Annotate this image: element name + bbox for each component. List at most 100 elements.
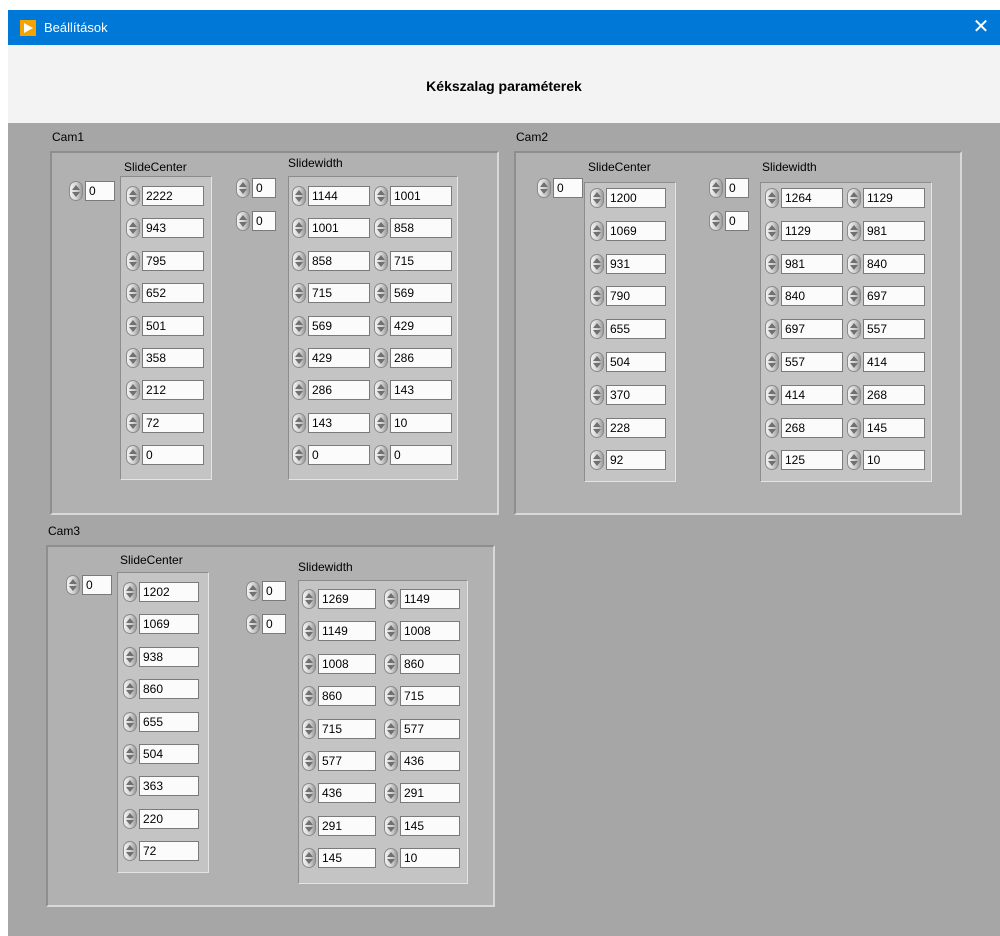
spinner-arrows-icon[interactable]: [847, 188, 861, 208]
arrow-down-icon[interactable]: [305, 794, 313, 800]
spinner-arrows-icon[interactable]: [123, 808, 137, 829]
spinner-arrows-icon[interactable]: [384, 718, 398, 739]
cam1-slidewidth-col-index-value[interactable]: 0: [252, 211, 276, 231]
arrow-down-icon[interactable]: [377, 391, 385, 397]
arrow-up-icon[interactable]: [295, 254, 303, 260]
arrow-down-icon[interactable]: [129, 423, 137, 429]
arrow-down-icon[interactable]: [768, 363, 776, 368]
arrow-up-icon[interactable]: [593, 356, 601, 361]
arrow-up-icon[interactable]: [72, 185, 80, 190]
spinner-arrows-icon[interactable]: [292, 283, 306, 304]
arrow-up-icon[interactable]: [377, 319, 385, 325]
spinner-arrows-icon[interactable]: [590, 286, 604, 307]
cam1-slidewidth-value-value[interactable]: 429: [390, 315, 452, 336]
arrow-up-icon[interactable]: [129, 190, 137, 195]
arrow-up-icon[interactable]: [850, 388, 858, 394]
arrow-down-icon[interactable]: [295, 456, 303, 462]
spinner-arrows-icon[interactable]: [765, 352, 779, 372]
arrow-down-icon[interactable]: [377, 261, 385, 267]
arrow-down-icon[interactable]: [129, 294, 137, 300]
arrow-up-icon[interactable]: [295, 416, 303, 422]
arrow-down-icon[interactable]: [126, 625, 134, 631]
spinner-arrows-icon[interactable]: [292, 315, 306, 336]
arrow-up-icon[interactable]: [295, 190, 303, 195]
arrow-down-icon[interactable]: [850, 297, 858, 303]
spinner-arrows-icon[interactable]: [847, 220, 861, 241]
arrow-down-icon[interactable]: [126, 690, 134, 696]
cam1-slidewidth-value-value[interactable]: 0: [308, 445, 370, 466]
arrow-up-icon[interactable]: [377, 352, 385, 357]
arrow-down-icon[interactable]: [768, 428, 776, 434]
spinner-arrows-icon[interactable]: [292, 445, 306, 466]
arrow-down-icon[interactable]: [126, 657, 134, 663]
arrow-up-icon[interactable]: [295, 352, 303, 357]
arrow-down-icon[interactable]: [712, 189, 720, 194]
cam1-slidewidth-value-value[interactable]: 1144: [308, 186, 370, 206]
arrow-down-icon[interactable]: [295, 261, 303, 267]
cam2-slidecenter-value-value[interactable]: 92: [606, 450, 666, 471]
cam2-slidewidth-value-value[interactable]: 697: [863, 286, 925, 307]
arrow-down-icon[interactable]: [239, 189, 247, 194]
cam2-slidewidth-value-value[interactable]: 840: [863, 253, 925, 274]
cam2-slidewidth-value-value[interactable]: 1264: [781, 188, 843, 208]
cam1-slidecenter-value-value[interactable]: 2222: [142, 186, 204, 206]
cam3-slidewidth-value-value[interactable]: 1149: [318, 621, 376, 642]
arrow-down-icon[interactable]: [593, 363, 601, 368]
spinner-arrows-icon[interactable]: [384, 653, 398, 674]
spinner-arrows-icon[interactable]: [302, 718, 316, 739]
spinner-arrows-icon[interactable]: [374, 380, 388, 401]
spinner-arrows-icon[interactable]: [374, 445, 388, 466]
cam2-slidecenter-value-value[interactable]: 790: [606, 286, 666, 307]
cam2-slidewidth-value-value[interactable]: 414: [781, 384, 843, 405]
arrow-up-icon[interactable]: [850, 356, 858, 361]
cam1-slidewidth-value-value[interactable]: 286: [390, 348, 452, 368]
arrow-down-icon[interactable]: [249, 592, 257, 597]
spinner-arrows-icon[interactable]: [384, 848, 398, 869]
spinner-arrows-icon[interactable]: [765, 220, 779, 241]
arrow-up-icon[interactable]: [239, 215, 247, 220]
spinner-arrows-icon[interactable]: [765, 286, 779, 307]
arrow-up-icon[interactable]: [768, 421, 776, 427]
spinner-arrows-icon[interactable]: [384, 686, 398, 707]
arrow-down-icon[interactable]: [72, 192, 80, 197]
spinner-arrows-icon[interactable]: [126, 186, 140, 206]
arrow-down-icon[interactable]: [593, 330, 601, 336]
spinner-arrows-icon[interactable]: [292, 218, 306, 239]
spinner-arrows-icon[interactable]: [384, 621, 398, 642]
arrow-up-icon[interactable]: [305, 755, 313, 760]
arrow-down-icon[interactable]: [249, 625, 257, 630]
spinner-arrows-icon[interactable]: [246, 614, 260, 634]
spinner-arrows-icon[interactable]: [123, 744, 137, 764]
spinner-arrows-icon[interactable]: [590, 450, 604, 471]
cam2-slidecenter-value-value[interactable]: 1069: [606, 220, 666, 241]
arrow-up-icon[interactable]: [768, 192, 776, 197]
arrow-up-icon[interactable]: [850, 257, 858, 263]
arrow-down-icon[interactable]: [305, 859, 313, 865]
spinner-arrows-icon[interactable]: [302, 621, 316, 642]
arrow-up-icon[interactable]: [593, 257, 601, 263]
arrow-up-icon[interactable]: [387, 787, 395, 793]
cam3-slidecenter-index-value[interactable]: 0: [82, 575, 112, 595]
cam3-slidewidth-value-value[interactable]: 1008: [318, 653, 376, 674]
arrow-down-icon[interactable]: [126, 593, 134, 598]
spinner-arrows-icon[interactable]: [236, 211, 250, 231]
arrow-down-icon[interactable]: [126, 755, 134, 760]
spinner-arrows-icon[interactable]: [123, 841, 137, 862]
spinner-arrows-icon[interactable]: [126, 250, 140, 271]
arrow-down-icon[interactable]: [768, 395, 776, 401]
arrow-up-icon[interactable]: [377, 384, 385, 390]
arrow-up-icon[interactable]: [850, 192, 858, 197]
spinner-arrows-icon[interactable]: [374, 250, 388, 271]
arrow-down-icon[interactable]: [593, 264, 601, 270]
arrow-down-icon[interactable]: [593, 428, 601, 434]
arrow-down-icon[interactable]: [377, 326, 385, 332]
arrow-down-icon[interactable]: [593, 297, 601, 303]
cam3-slidewidth-value-value[interactable]: 860: [318, 686, 376, 707]
spinner-arrows-icon[interactable]: [126, 315, 140, 336]
cam3-slidewidth-value-value[interactable]: 145: [400, 815, 460, 836]
cam1-slidewidth-value-value[interactable]: 715: [390, 250, 452, 271]
cam1-slidewidth-value-value[interactable]: 143: [308, 412, 370, 433]
cam3-slidewidth-value-value[interactable]: 10: [400, 848, 460, 869]
arrow-down-icon[interactable]: [305, 762, 313, 767]
cam3-slidecenter-value-value[interactable]: 363: [139, 776, 199, 797]
